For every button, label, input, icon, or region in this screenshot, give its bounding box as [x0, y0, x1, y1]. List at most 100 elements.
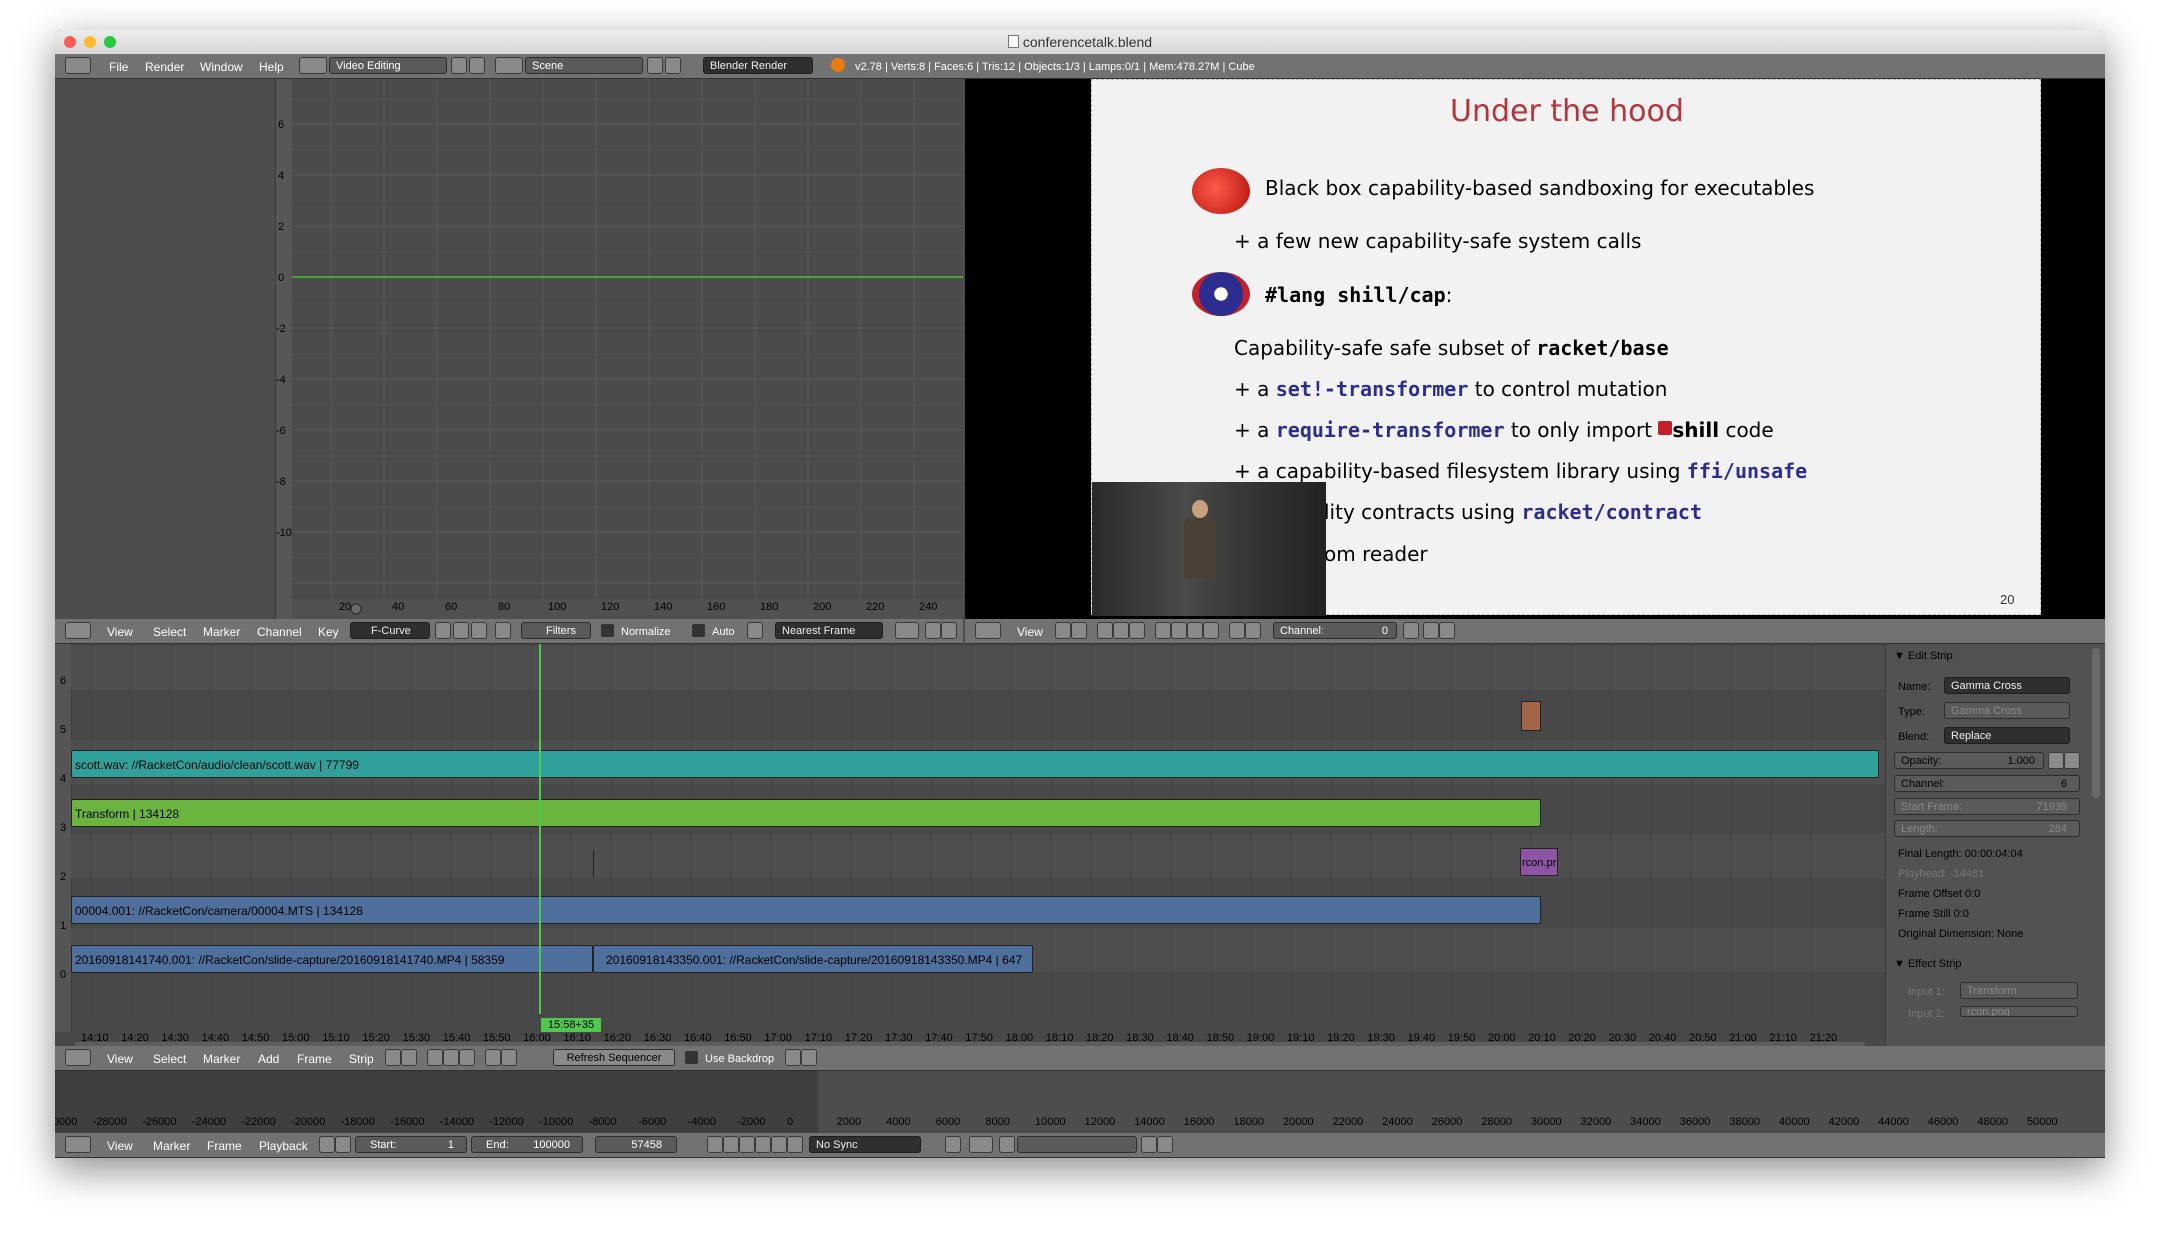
delete-keys-icon[interactable]: [1157, 1136, 1173, 1153]
use-backdrop-checkbox[interactable]: [685, 1051, 698, 1064]
menu-help[interactable]: Help: [259, 60, 284, 74]
channel-number-field[interactable]: Channel: 6: [1894, 775, 2080, 792]
auto-snap-icon[interactable]: [747, 622, 763, 639]
waveform-icon[interactable]: [1129, 622, 1145, 639]
insert-keys-icon[interactable]: [1141, 1136, 1157, 1153]
graph-menu-key[interactable]: Key: [318, 625, 339, 639]
add-screen-icon[interactable]: [451, 57, 467, 74]
overlay-icon[interactable]: [1097, 622, 1113, 639]
start-frame-field[interactable]: Start Frame: 71939: [1894, 798, 2080, 815]
seq-menu-add[interactable]: Add: [258, 1052, 279, 1066]
current-frame-field[interactable]: 57458: [595, 1136, 677, 1153]
jump-keyframe-back-icon[interactable]: [723, 1136, 739, 1153]
editor-type-info-icon[interactable]: [65, 57, 91, 74]
normalize-checkbox[interactable]: [601, 624, 614, 637]
graph-mode-select[interactable]: F-Curve: [350, 622, 430, 639]
sequencer-strips-area[interactable]: 6 5 4 3 2 1 0 scott.wav: //RacketCon/aud…: [55, 644, 1885, 1032]
sequencer-view-icon[interactable]: [427, 1049, 443, 1066]
render-size-icon[interactable]: [1171, 622, 1187, 639]
effect-strip-panel-header[interactable]: ▼ Effect Strip: [1894, 958, 1962, 970]
menu-render[interactable]: Render: [145, 60, 184, 74]
screen-layout-field[interactable]: Video Editing: [329, 57, 447, 74]
render-still-icon[interactable]: [785, 1049, 801, 1066]
filter-search-icon[interactable]: [495, 622, 511, 639]
properties-scrollbar[interactable]: [2092, 648, 2100, 798]
seq-menu-strip[interactable]: Strip: [349, 1052, 374, 1066]
graph-menu-select[interactable]: Select: [153, 625, 186, 639]
scene-field[interactable]: Scene: [525, 57, 643, 74]
record-icon[interactable]: [945, 1136, 961, 1153]
active-keying-set-field[interactable]: [1017, 1136, 1137, 1153]
snap-select[interactable]: Nearest Frame: [775, 622, 883, 639]
seq-menu-select[interactable]: Select: [153, 1052, 186, 1066]
length-field[interactable]: Length: 284: [1894, 820, 2080, 837]
seq-menu-marker[interactable]: Marker: [203, 1052, 240, 1066]
jump-keyframe-forward-icon[interactable]: [771, 1136, 787, 1153]
lock-range-icon[interactable]: [335, 1136, 351, 1153]
timeline-menu-view[interactable]: View: [107, 1139, 133, 1153]
render-engine-select[interactable]: Blender Render: [703, 57, 813, 74]
copy-strip-icon[interactable]: [485, 1049, 501, 1066]
display-mode-icon[interactable]: [1071, 622, 1087, 639]
gamma-cross-strip[interactable]: [1521, 701, 1541, 731]
timeline-menu-marker[interactable]: Marker: [153, 1139, 190, 1153]
preview-view-icon[interactable]: [443, 1049, 459, 1066]
pivot-icon[interactable]: [895, 622, 919, 639]
editor-type-sequencer-icon[interactable]: [975, 622, 1001, 639]
view-type-icon[interactable]: [1055, 622, 1071, 639]
jump-start-icon[interactable]: [707, 1136, 723, 1153]
lock-time-icon[interactable]: [401, 1049, 417, 1066]
render-animation-icon[interactable]: [1439, 622, 1455, 639]
paste-keyframes-icon[interactable]: [941, 622, 957, 639]
scene-icon[interactable]: [495, 57, 523, 74]
screen-layout-icon[interactable]: [299, 57, 327, 74]
graph-channel-region[interactable]: [55, 79, 276, 619]
delete-scene-icon[interactable]: [665, 57, 681, 74]
opacity-field[interactable]: Opacity: 1.000: [1894, 752, 2044, 769]
keying-set-icon[interactable]: [969, 1136, 993, 1153]
menu-file[interactable]: File: [109, 60, 128, 74]
sequencer-preview[interactable]: Under the hood Black box capability-base…: [965, 79, 2105, 619]
camera-strip[interactable]: 00004.001: //RacketCon/camera/00004.MTS …: [71, 896, 1541, 924]
image-icon[interactable]: [1113, 622, 1129, 639]
lock-strip-icon[interactable]: [2064, 752, 2080, 769]
insert-keyframe-icon[interactable]: [999, 1136, 1015, 1153]
channel-red-icon[interactable]: [1229, 622, 1245, 639]
slide-capture-strip-b[interactable]: 20160918143350.001: //RacketCon/slide-ca…: [593, 945, 1033, 973]
blend-mode-select[interactable]: Replace: [1944, 727, 2070, 744]
audio-strip[interactable]: scott.wav: //RacketCon/audio/clean/scott…: [71, 750, 1879, 778]
mute-strip-icon[interactable]: [2048, 752, 2064, 769]
seq-menu-view[interactable]: View: [107, 1052, 133, 1066]
graph-menu-marker[interactable]: Marker: [203, 625, 240, 639]
sequencer-time-ruler[interactable]: 14:10 14:20 14:30 14:40 14:50 15:00 15:10 15:20…: [55, 1032, 1885, 1046]
paste-strip-icon[interactable]: [501, 1049, 517, 1066]
strip-type-select[interactable]: Gamma Cross: [1944, 702, 2070, 719]
graph-menu-channel[interactable]: Channel: [257, 625, 302, 639]
timeline-menu-playback[interactable]: Playback: [259, 1139, 308, 1153]
delete-screen-icon[interactable]: [469, 57, 485, 74]
playhead-line[interactable]: [539, 644, 541, 1014]
seq-menu-frame[interactable]: Frame: [297, 1052, 332, 1066]
refresh-sequencer-button[interactable]: Refresh Sequencer: [553, 1049, 675, 1066]
editor-type-graph-icon[interactable]: [65, 622, 91, 639]
play-icon[interactable]: [755, 1136, 771, 1153]
render-animation-icon[interactable]: [801, 1049, 817, 1066]
slide-capture-strip-a[interactable]: 20160918141740.001: //RacketCon/slide-ca…: [71, 945, 593, 973]
end-frame-field[interactable]: End: 100000: [471, 1136, 583, 1153]
only-selected-icon[interactable]: [435, 622, 451, 639]
editor-type-timeline-icon[interactable]: [65, 1136, 91, 1153]
channel-alpha-icon[interactable]: [1245, 622, 1261, 639]
proxy-icon[interactable]: [1203, 622, 1219, 639]
graph-grid[interactable]: [292, 79, 963, 619]
editor-type-sequencer-icon[interactable]: [65, 1049, 91, 1066]
ghost-curves-icon[interactable]: [453, 622, 469, 639]
play-reverse-icon[interactable]: [739, 1136, 755, 1153]
preview-menu-view[interactable]: View: [1017, 625, 1043, 639]
preview-range-icon[interactable]: [319, 1136, 335, 1153]
timeline-menu-frame[interactable]: Frame: [207, 1139, 242, 1153]
image-strip[interactable]: rcon.pr: [1520, 848, 1558, 876]
jump-end-icon[interactable]: [787, 1136, 803, 1153]
add-scene-icon[interactable]: [647, 57, 663, 74]
lock-preview-icon[interactable]: [1403, 622, 1419, 639]
sync-mode-select[interactable]: No Sync: [809, 1136, 921, 1153]
